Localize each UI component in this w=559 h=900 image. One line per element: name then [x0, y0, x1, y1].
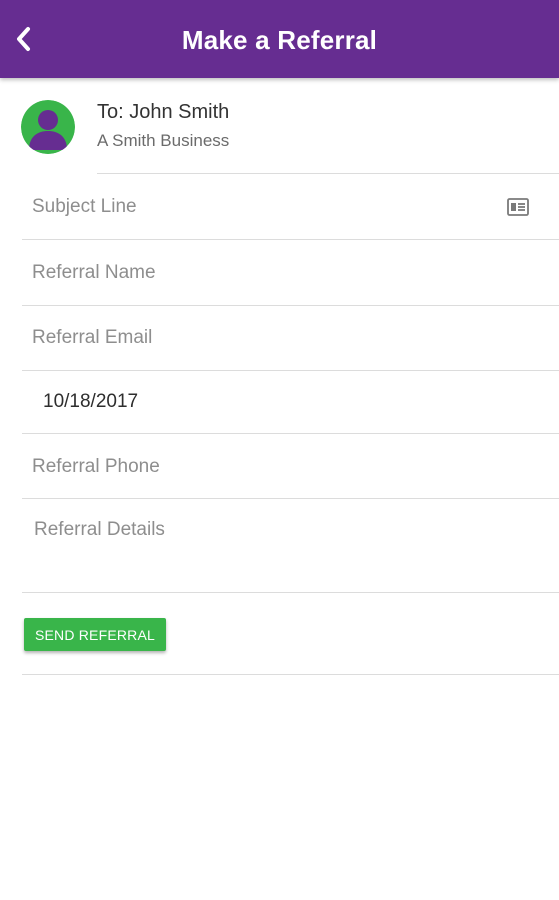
- subject-field: [22, 174, 559, 240]
- referral-details-field: [22, 499, 559, 593]
- referral-phone-input[interactable]: [32, 456, 492, 478]
- referral-name-input[interactable]: [32, 262, 492, 284]
- referral-name-field: [22, 240, 559, 306]
- page-title: Make a Referral: [181, 25, 378, 55]
- recipient-company: A Smith Business: [97, 131, 230, 150]
- divider: [22, 674, 559, 675]
- id-card-icon[interactable]: [507, 198, 529, 216]
- referral-email-field: [22, 306, 559, 371]
- user-avatar-icon: [21, 100, 75, 154]
- referral-date-input[interactable]: [43, 391, 503, 413]
- referral-phone-field: [22, 434, 559, 499]
- subject-line-input[interactable]: [32, 196, 492, 218]
- recipient-name: To: John Smith: [97, 101, 230, 123]
- recipient-card: To: John Smith A Smith Business: [0, 78, 559, 174]
- referral-details-input[interactable]: [34, 519, 494, 579]
- send-referral-button[interactable]: SEND REFERRAL: [24, 618, 166, 651]
- referral-date-field: [22, 371, 559, 434]
- referral-email-input[interactable]: [32, 327, 492, 349]
- app-header: Make a Referral: [0, 0, 559, 78]
